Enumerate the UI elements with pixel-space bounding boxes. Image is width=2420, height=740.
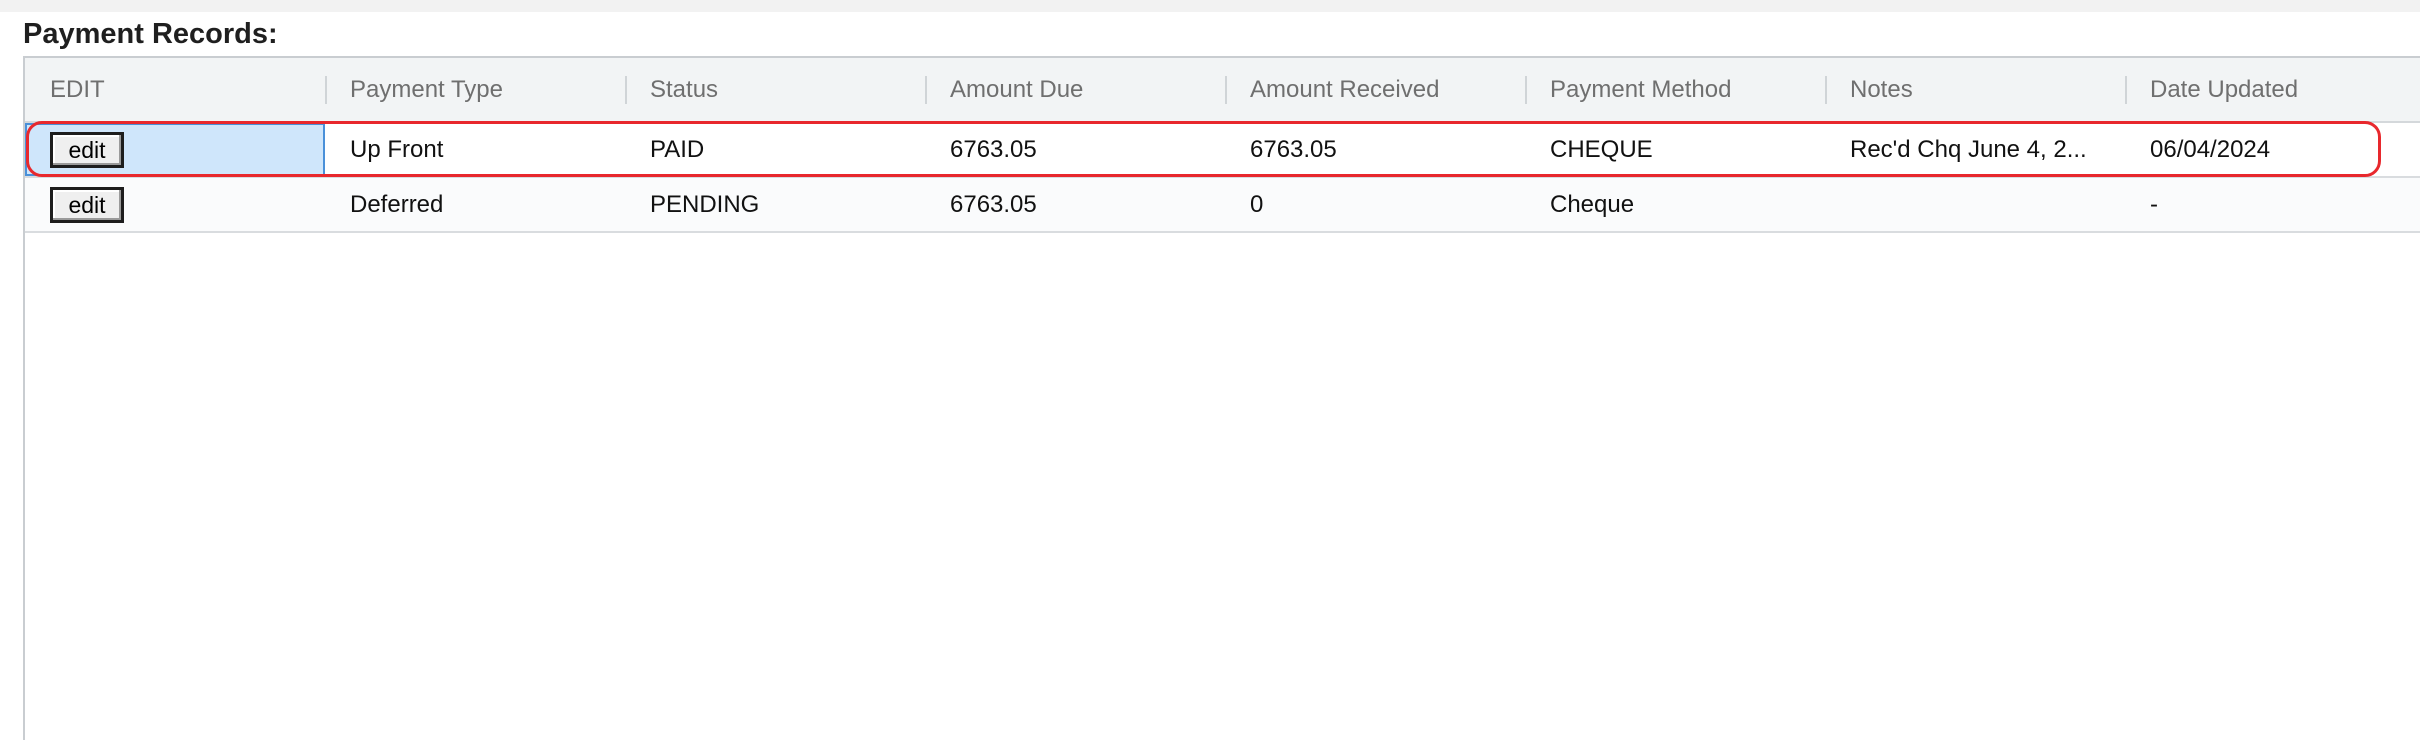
column-header-edit[interactable]: EDIT [25, 58, 325, 121]
edit-button[interactable]: edit [50, 132, 124, 168]
column-header-label: Date Updated [2150, 76, 2299, 103]
column-separator[interactable] [1525, 76, 1527, 104]
payment-method-cell[interactable]: CHEQUE [1525, 123, 1825, 176]
column-header-label: Notes [1850, 76, 1913, 103]
edit-button[interactable]: edit [50, 187, 124, 223]
payment-method-cell[interactable]: Cheque [1525, 178, 1825, 231]
status-cell[interactable]: PAID [625, 123, 925, 176]
amount-received-cell[interactable]: 0 [1225, 178, 1525, 231]
section-title: Payment Records: [23, 18, 278, 50]
date-updated-cell[interactable]: - [2125, 178, 2420, 231]
column-header-status[interactable]: Status [625, 58, 925, 121]
column-header-payment-type[interactable]: Payment Type [325, 58, 625, 121]
column-header-label: Payment Method [1550, 76, 1732, 103]
column-separator[interactable] [1825, 76, 1827, 104]
column-header-label: Status [650, 76, 719, 103]
payment-records-grid: EDIT Payment Type Status Amount Due Amou… [23, 56, 2420, 740]
payment-records-panel: Payment Records: EDIT Payment Type Statu… [0, 12, 2420, 740]
column-header-label: Amount Received [1250, 76, 1440, 103]
payment-type-cell[interactable]: Up Front [325, 123, 625, 176]
column-header-label: Amount Due [950, 76, 1084, 103]
table-row[interactable]: edit Up Front PAID 6763.05 6763.05 CHEQU… [25, 123, 2420, 178]
column-header-amount-due[interactable]: Amount Due [925, 58, 1225, 121]
column-header-date-updated[interactable]: Date Updated [2125, 58, 2420, 121]
amount-due-cell[interactable]: 6763.05 [925, 178, 1225, 231]
amount-received-cell[interactable]: 6763.05 [1225, 123, 1525, 176]
grid-header: EDIT Payment Type Status Amount Due Amou… [25, 58, 2420, 123]
column-separator[interactable] [625, 76, 627, 104]
column-header-payment-method[interactable]: Payment Method [1525, 58, 1825, 121]
notes-cell[interactable]: Rec'd Chq June 4, 2... [1825, 123, 2125, 176]
column-separator[interactable] [2125, 76, 2127, 104]
column-separator[interactable] [325, 76, 327, 104]
date-updated-cell[interactable]: 06/04/2024 [2125, 123, 2420, 176]
column-header-label: Payment Type [350, 76, 503, 103]
notes-cell[interactable] [1825, 178, 2125, 231]
edit-cell[interactable]: edit [25, 123, 325, 176]
edit-cell[interactable]: edit [25, 178, 325, 231]
amount-due-cell[interactable]: 6763.05 [925, 123, 1225, 176]
column-separator[interactable] [1225, 76, 1227, 104]
payment-type-cell[interactable]: Deferred [325, 178, 625, 231]
column-separator[interactable] [925, 76, 927, 104]
status-cell[interactable]: PENDING [625, 178, 925, 231]
table-row[interactable]: edit Deferred PENDING 6763.05 0 Cheque - [25, 178, 2420, 233]
column-header-amount-received[interactable]: Amount Received [1225, 58, 1525, 121]
column-header-notes[interactable]: Notes [1825, 58, 2125, 121]
column-header-label: EDIT [50, 76, 105, 103]
